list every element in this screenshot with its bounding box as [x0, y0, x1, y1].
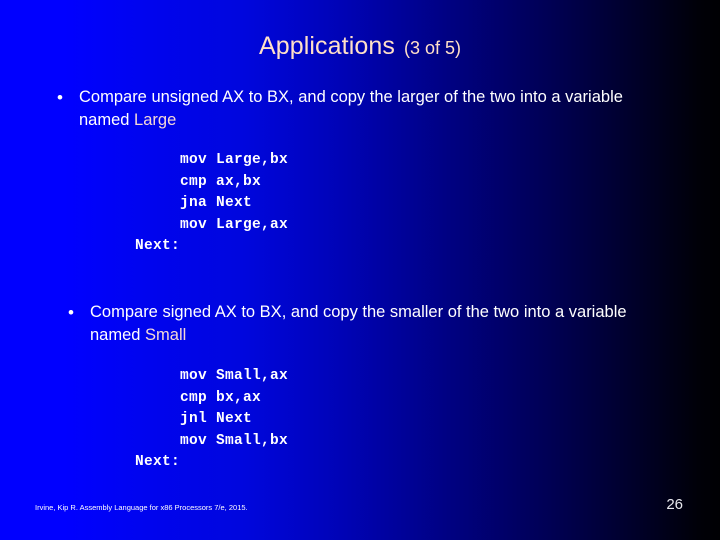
bullet-item-2: • Compare signed AX to BX, and copy the … [68, 301, 665, 347]
page-number: 26 [666, 496, 683, 513]
bullet-marker-icon: • [68, 303, 74, 322]
footer-credit-text: Irvine, Kip R. Assembly Language for x86… [35, 503, 248, 512]
title-main-text: Applications [258, 32, 395, 60]
slide-title: Applications (3 of 5) [0, 32, 720, 61]
bullet-variable-small: Small [145, 326, 187, 344]
bullet-marker-icon: • [57, 88, 63, 107]
bullet-text-2: Compare signed AX to BX, and copy the sm… [90, 301, 665, 347]
bullet-text-1: Compare unsigned AX to BX, and copy the … [79, 86, 654, 132]
title-part-indicator: (3 of 5) [403, 38, 462, 58]
slide-canvas: Applications (3 of 5) • Compare unsigned … [0, 0, 720, 540]
bullet-variable-large: Large [134, 111, 177, 129]
code-block-signed: mov Small,ax cmp bx,ax jnl Next mov Smal… [135, 368, 289, 470]
bullet-item-1: • Compare unsigned AX to BX, and copy th… [57, 86, 654, 132]
code-block-unsigned: mov Large,bx cmp ax,bx jna Next mov Larg… [135, 152, 289, 254]
